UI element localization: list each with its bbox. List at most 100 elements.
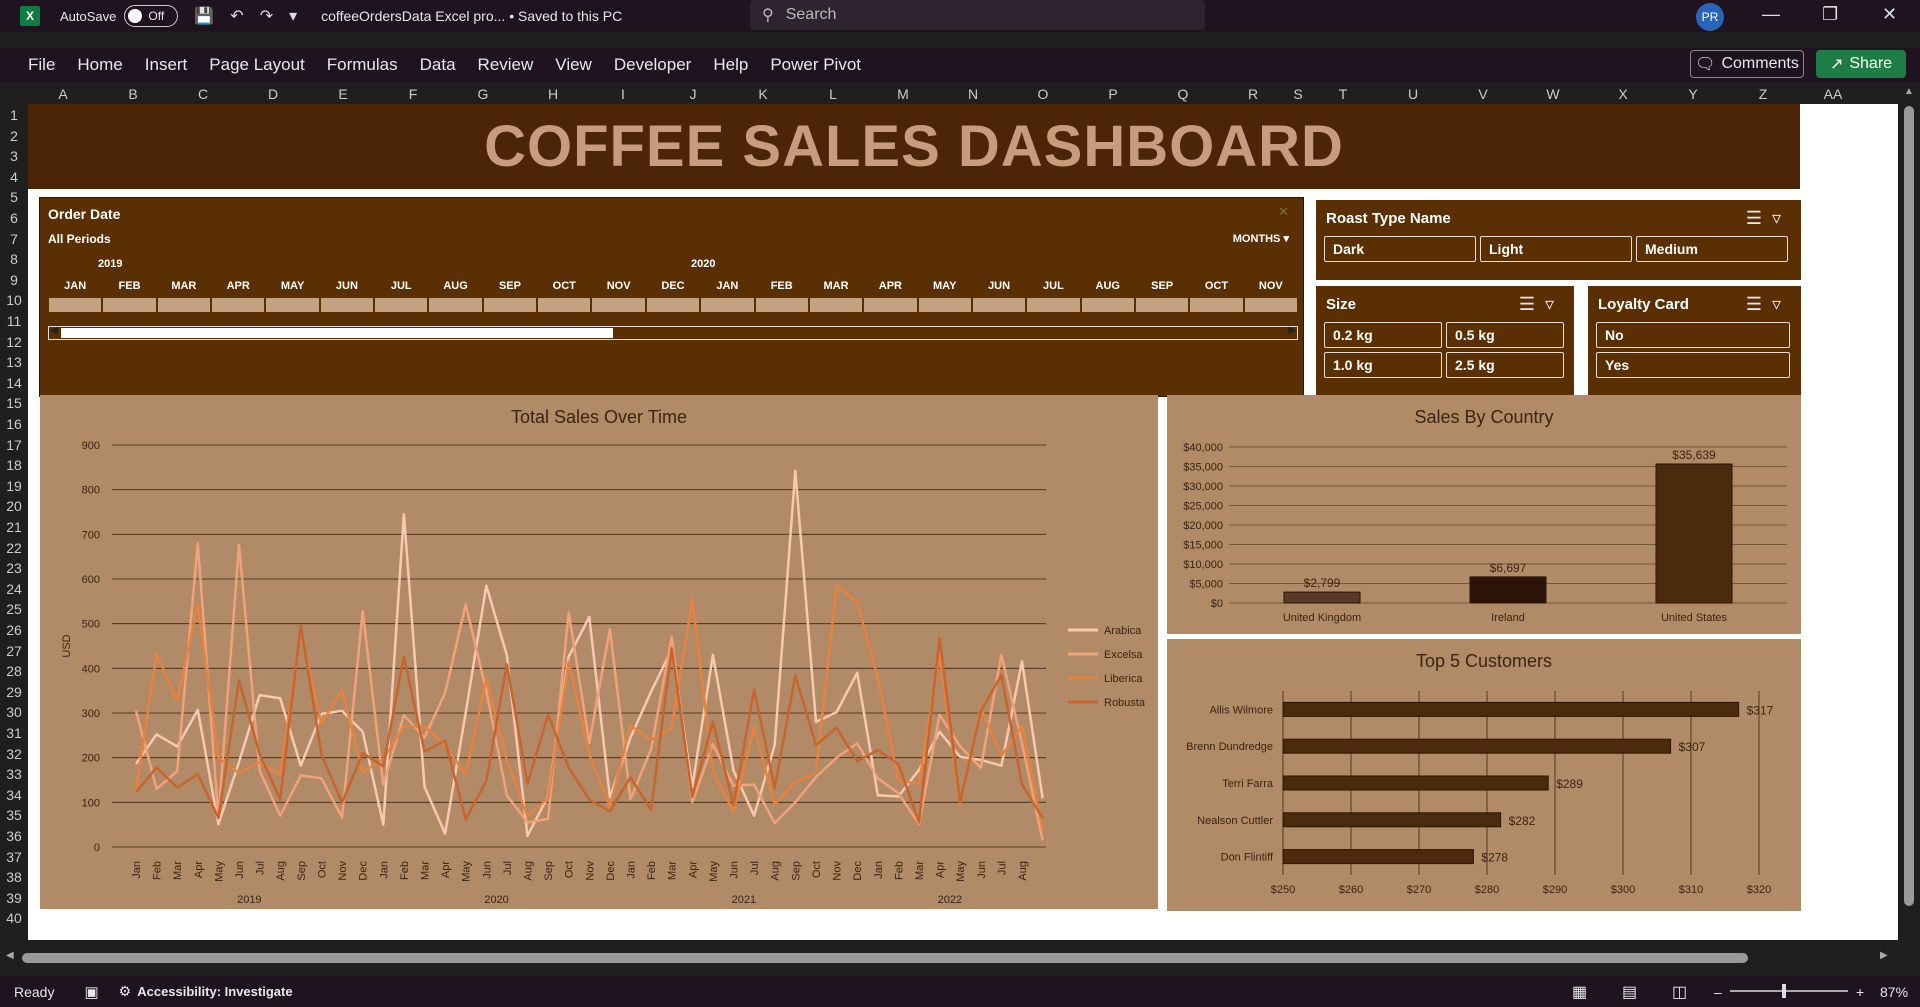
autosave-toggle[interactable]: Off <box>124 5 179 27</box>
column-header[interactable]: O <box>1038 86 1049 102</box>
column-header[interactable]: K <box>758 86 767 102</box>
column-header[interactable]: L <box>829 86 837 102</box>
row-header[interactable]: 33 <box>0 766 28 782</box>
tab-help[interactable]: Help <box>713 55 748 75</box>
document-title[interactable]: coffeeOrdersData Excel pro... • Saved to… <box>321 8 622 24</box>
timeline-month-cell[interactable] <box>1190 298 1243 312</box>
column-header[interactable]: M <box>897 86 909 102</box>
column-header[interactable]: Q <box>1178 86 1189 102</box>
tab-data[interactable]: Data <box>420 55 456 75</box>
row-header[interactable]: 2 <box>0 128 28 144</box>
horizontal-scroll-thumb[interactable] <box>22 953 1748 963</box>
tab-page-layout[interactable]: Page Layout <box>209 55 304 75</box>
tab-file[interactable]: File <box>28 55 55 75</box>
slicer-item-0-5kg[interactable]: 0.5 kg <box>1446 322 1564 348</box>
row-header[interactable]: 37 <box>0 849 28 865</box>
slicer-item-0-2kg[interactable]: 0.2 kg <box>1324 322 1442 348</box>
normal-view-icon[interactable]: ▦ <box>1572 982 1587 1002</box>
row-header[interactable]: 18 <box>0 457 28 473</box>
vertical-scrollbar[interactable]: ▲ <box>1898 84 1920 940</box>
row-header[interactable]: 14 <box>0 375 28 391</box>
share-button[interactable]: ↗ Share <box>1816 50 1906 78</box>
row-header[interactable]: 23 <box>0 560 28 576</box>
timeline-month-cell[interactable] <box>755 298 808 312</box>
minimize-icon[interactable]: — <box>1762 4 1780 25</box>
column-header[interactable]: G <box>478 86 489 102</box>
row-header[interactable]: 19 <box>0 478 28 494</box>
column-header[interactable]: N <box>968 86 978 102</box>
slicer-item-medium[interactable]: Medium <box>1636 236 1788 262</box>
row-header[interactable]: 12 <box>0 334 28 350</box>
horizontal-scrollbar[interactable]: ◀ ▶ <box>0 940 1920 976</box>
accessibility-status[interactable]: Accessibility: Investigate <box>137 984 292 999</box>
timeline-month-cell[interactable] <box>429 298 482 312</box>
search-input[interactable]: ⚲ Search <box>750 0 1205 30</box>
row-header[interactable]: 17 <box>0 437 28 453</box>
row-header[interactable]: 29 <box>0 684 28 700</box>
row-header[interactable]: 21 <box>0 519 28 535</box>
row-header[interactable]: 36 <box>0 828 28 844</box>
worksheet[interactable]: COFFEE SALES DASHBOARD Order Date ✕ All … <box>28 104 1898 940</box>
customize-toolbar-icon[interactable]: ▾ <box>289 6 297 26</box>
column-header[interactable]: R <box>1248 86 1258 102</box>
row-header[interactable]: 22 <box>0 540 28 556</box>
row-header[interactable]: 20 <box>0 498 28 514</box>
top-customers-chart[interactable]: Top 5 Customers $250 $260 $270 $280 $290 $300… <box>1167 639 1801 911</box>
scroll-right-icon[interactable]: ▶ <box>1288 325 1296 336</box>
column-header[interactable]: F <box>409 86 418 102</box>
timeline-scroll-thumb[interactable] <box>61 328 613 338</box>
row-header[interactable]: 10 <box>0 292 28 308</box>
redo-icon[interactable]: ↷ <box>260 6 273 26</box>
sales-by-country-chart[interactable]: Sales By Country $0 $5,000 $10,000 $15,000 $… <box>1167 395 1801 634</box>
page-layout-icon[interactable]: ▤ <box>1622 982 1637 1002</box>
timeline-month-cell[interactable] <box>320 298 374 312</box>
column-header[interactable]: J <box>690 86 697 102</box>
slicer-item-2-5kg[interactable]: 2.5 kg <box>1446 352 1564 378</box>
timeline-month-cell[interactable] <box>49 298 102 312</box>
column-header[interactable]: D <box>268 86 278 102</box>
row-header[interactable]: 8 <box>0 251 28 267</box>
row-header[interactable]: 15 <box>0 395 28 411</box>
row-header[interactable]: 34 <box>0 787 28 803</box>
slicer-item-yes[interactable]: Yes <box>1596 352 1790 378</box>
row-header[interactable]: 31 <box>0 725 28 741</box>
column-header[interactable]: C <box>198 86 208 102</box>
column-header[interactable]: E <box>338 86 347 102</box>
scroll-left-icon[interactable]: ◀ <box>6 950 14 961</box>
row-header[interactable]: 5 <box>0 189 28 205</box>
timeline-month-cell[interactable] <box>1081 298 1134 312</box>
timeline-month-cell[interactable] <box>592 298 645 312</box>
multi-select-icon[interactable]: ☰ <box>1746 294 1772 314</box>
column-header[interactable]: A <box>58 86 67 102</box>
row-header[interactable]: 39 <box>0 890 28 906</box>
restore-icon[interactable]: ❐ <box>1822 4 1838 25</box>
row-header[interactable]: 28 <box>0 663 28 679</box>
tab-insert[interactable]: Insert <box>145 55 188 75</box>
row-header[interactable]: 27 <box>0 643 28 659</box>
tab-review[interactable]: Review <box>478 55 534 75</box>
timeline-month-cell[interactable] <box>918 298 971 312</box>
row-header[interactable]: 13 <box>0 354 28 370</box>
column-header[interactable]: AA <box>1824 86 1843 102</box>
row-header[interactable]: 9 <box>0 272 28 288</box>
row-header[interactable]: 26 <box>0 622 28 638</box>
row-header[interactable]: 32 <box>0 746 28 762</box>
row-header[interactable]: 1 <box>0 107 28 123</box>
tab-home[interactable]: Home <box>77 55 122 75</box>
slicer-item-dark[interactable]: Dark <box>1324 236 1476 262</box>
timeline-scrollbar[interactable]: ◀ ▶ <box>48 325 1298 340</box>
column-header[interactable]: B <box>128 86 137 102</box>
column-header[interactable]: X <box>1618 86 1627 102</box>
tab-formulas[interactable]: Formulas <box>327 55 398 75</box>
row-header[interactable]: 24 <box>0 581 28 597</box>
column-header[interactable]: P <box>1108 86 1117 102</box>
zoom-level[interactable]: 87% <box>1880 984 1908 1000</box>
row-header[interactable]: 35 <box>0 807 28 823</box>
row-header[interactable]: 7 <box>0 231 28 247</box>
timeline-month-cell[interactable] <box>212 298 265 312</box>
slicer-item-1-0kg[interactable]: 1.0 kg <box>1324 352 1442 378</box>
timeline-month-cell[interactable] <box>1135 298 1189 312</box>
order-date-timeline[interactable]: Order Date ✕ All Periods MONTHS ▾ 2019 2… <box>39 197 1304 397</box>
row-header[interactable]: 30 <box>0 704 28 720</box>
column-header[interactable]: T <box>1339 86 1348 102</box>
